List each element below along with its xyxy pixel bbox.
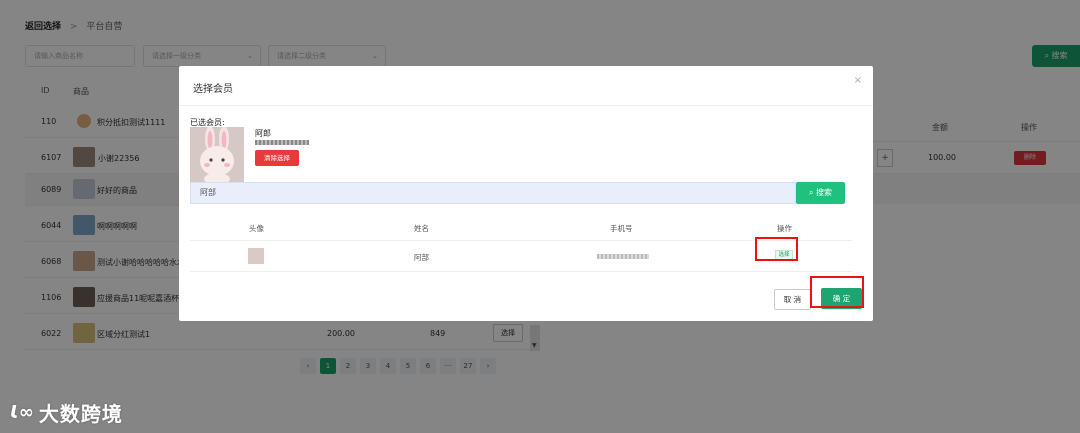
cancel-button[interactable]: 取 消 [774,289,811,310]
selected-member-phone-masked [255,140,309,145]
member-search-button[interactable]: ⌕ 搜索 [796,182,845,204]
selected-member-avatar [190,127,244,182]
member-name: 阿部 [414,253,429,262]
highlight-box-choose [755,237,798,261]
member-header-name: 姓名 [414,224,429,233]
bunny-avatar-image [190,127,244,182]
member-table-divider [190,271,852,272]
highlight-box-confirm [810,276,864,308]
member-phone-masked [597,254,649,259]
member-header-action: 操作 [777,224,792,233]
member-search-label: 搜索 [816,188,833,197]
member-search-value: 阿部 [200,188,216,197]
dialog-title: 选择会员 [193,84,233,95]
member-avatar [248,248,264,264]
clear-selection-button[interactable]: 清除选择 [255,150,299,166]
selected-member-name: 阿郎 [255,129,271,138]
dialog-divider [179,105,873,106]
select-member-dialog: 选择会员 × 已选会员: 阿郎 清除选择 阿部 ⌕ 搜索 头像 姓名 手机号 操… [179,66,873,321]
member-header-avatar: 头像 [249,224,264,233]
member-header-phone: 手机号 [610,224,633,233]
member-table-divider [190,240,852,241]
member-search-input[interactable]: 阿部 [190,182,796,204]
watermark-text: 大数跨境 [38,402,123,426]
watermark: Ɩ∞ 大数跨境 [10,398,123,427]
watermark-logo: Ɩ∞ [10,402,35,423]
search-icon: ⌕ [808,188,814,197]
close-icon[interactable]: × [854,75,862,86]
